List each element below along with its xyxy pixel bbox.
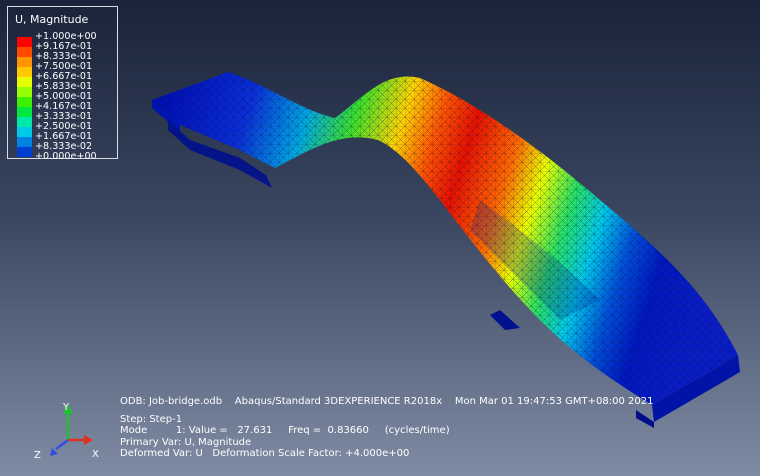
- legend-swatch: [17, 97, 32, 107]
- legend-swatch: [17, 47, 32, 57]
- legend-swatch: [17, 137, 32, 147]
- x-axis-arrow-icon: [84, 435, 93, 445]
- legend-swatch: [17, 77, 32, 87]
- z-axis-label: Z: [34, 450, 41, 461]
- legend-label: +0.000e+00: [35, 151, 97, 162]
- legend-swatch: [17, 117, 32, 127]
- coordinate-triad: Y X Z: [34, 402, 99, 461]
- odb-info-block: ODB: Job-bridge.odb Abaqus/Standard 3DEX…: [120, 396, 653, 459]
- x-axis-label: X: [92, 449, 99, 460]
- legend-swatch: [17, 37, 32, 47]
- legend-swatch: [17, 107, 32, 117]
- odb-info-line: ODB: Job-bridge.odb Abaqus/Standard 3DEX…: [120, 396, 654, 407]
- legend-swatch: [17, 87, 32, 97]
- legend-title: U, Magnitude: [15, 13, 89, 26]
- mesh-overlay: [152, 72, 738, 405]
- deformed-var-line: Deformed Var: U Deformation Scale Factor…: [120, 447, 410, 459]
- y-axis-label: Y: [62, 402, 70, 413]
- primary-var-line: Primary Var: U, Magnitude: [120, 436, 252, 448]
- right-support-pad: [490, 310, 520, 330]
- legend-swatch: [17, 67, 32, 77]
- legend-swatch: [17, 147, 32, 157]
- mode-info-line: Mode 1: Value = 27.631 Freq = 0.83660 (c…: [120, 425, 450, 437]
- z-axis-line: [55, 439, 69, 450]
- legend-swatch: [17, 127, 32, 137]
- legend-swatch: [17, 57, 32, 67]
- step-info-line: Step: Step-1: [120, 414, 183, 426]
- contour-legend: U, Magnitude +1.000e+00 +9.167e-01 +8.333e…: [7, 6, 118, 162]
